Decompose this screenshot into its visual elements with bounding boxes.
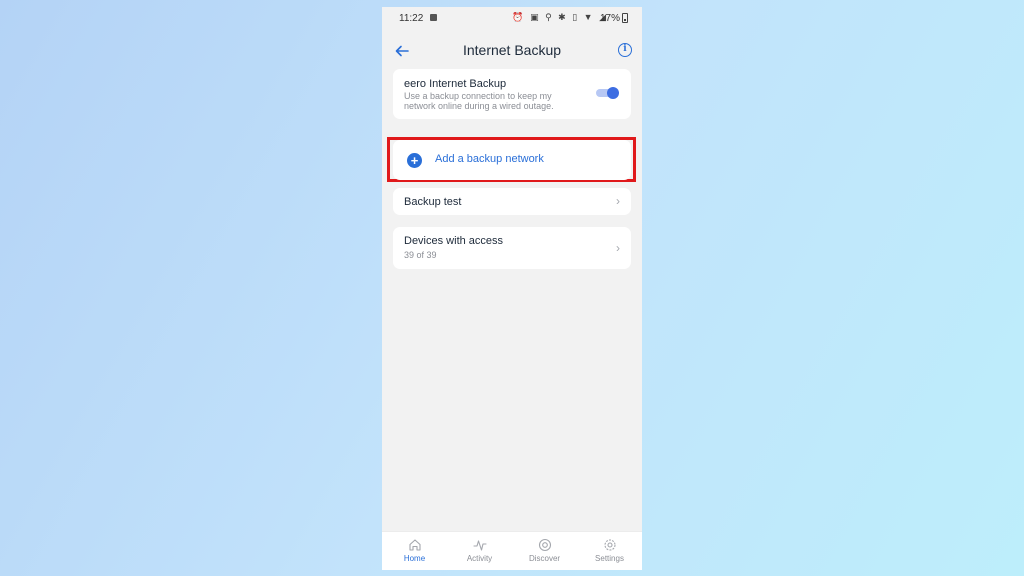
nav-discover[interactable]: Discover <box>512 532 577 570</box>
status-bar: 11:22 ⏰ ▣ ⚲ ✱ ▯ ▼ ◢ 17% <box>382 7 642 31</box>
backup-test-label: Backup test <box>404 196 462 208</box>
status-icons: ⏰ ▣ ⚲ ✱ ▯ ▼ ◢ <box>512 12 608 22</box>
nav-settings[interactable]: Settings <box>577 532 642 570</box>
app-bar: Internet Backup i <box>382 35 642 67</box>
image-notification-icon <box>430 14 437 21</box>
nav-home[interactable]: Home <box>382 532 447 570</box>
nav-activity[interactable]: Activity <box>447 532 512 570</box>
add-backup-network-button[interactable]: + Add a backup network <box>393 140 631 180</box>
battery-percentage: 17% <box>599 13 620 24</box>
backup-test-row[interactable]: Backup test › <box>393 188 631 215</box>
backup-toggle[interactable] <box>595 87 619 99</box>
internet-backup-card: eero Internet Backup Use a backup connec… <box>393 69 631 119</box>
chevron-right-icon: › <box>616 194 620 208</box>
add-backup-network-label: Add a backup network <box>435 153 544 165</box>
discover-icon <box>538 538 551 552</box>
battery-icon <box>622 13 628 23</box>
devices-with-access-row[interactable]: Devices with access 39 of 39 › <box>393 227 631 269</box>
devices-label: Devices with access <box>404 235 504 247</box>
settings-icon <box>603 539 616 551</box>
toggle-thumb <box>607 87 619 99</box>
activity-icon <box>472 540 487 551</box>
phone-screen: 11:22 ⏰ ▣ ⚲ ✱ ▯ ▼ ◢ 17% Internet Backup … <box>382 7 642 570</box>
bottom-navigation: Home Activity Discover Settings <box>382 531 642 570</box>
nav-activity-label: Activity <box>466 554 493 563</box>
devices-count: 39 of 39 <box>404 250 437 260</box>
nav-settings-label: Settings <box>595 554 624 563</box>
backup-description: Use a backup connection to keep my netwo… <box>404 91 554 111</box>
home-icon <box>408 539 421 551</box>
info-icon[interactable]: i <box>618 43 632 57</box>
status-time: 11:22 <box>399 13 424 24</box>
nav-discover-label: Discover <box>528 554 561 563</box>
page-title: Internet Backup <box>462 42 562 58</box>
backup-title: eero Internet Backup <box>404 78 507 90</box>
chevron-right-icon: › <box>616 241 620 255</box>
plus-circle-icon: + <box>407 153 422 168</box>
nav-home-label: Home <box>403 554 426 563</box>
